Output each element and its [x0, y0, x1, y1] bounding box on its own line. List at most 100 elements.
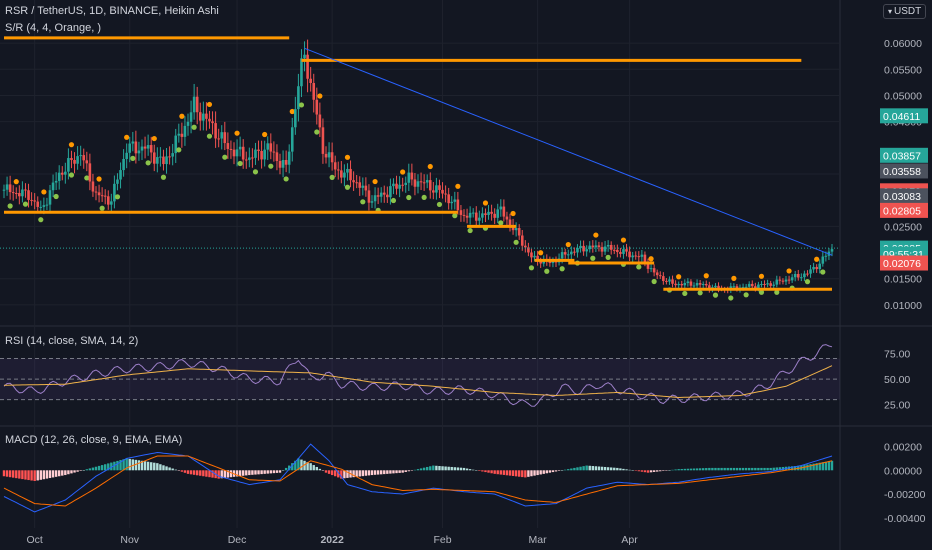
macd-histogram-bar — [560, 470, 564, 471]
resistance-dot — [372, 178, 378, 185]
resistance-dot — [510, 210, 516, 217]
macd-histogram-bar — [318, 468, 322, 471]
macd-histogram-bar — [806, 464, 809, 471]
macd-histogram-bar — [272, 470, 276, 474]
rsi-indicator-label[interactable]: RSI (14, close, SMA, 14, 2) — [5, 335, 138, 347]
macd-histogram-bar — [729, 467, 732, 471]
candle-body — [198, 112, 202, 121]
candle-body — [471, 212, 475, 214]
macd-histogram-bar — [100, 465, 104, 471]
candle-body — [303, 54, 306, 59]
macd-histogram-bar — [554, 470, 558, 472]
macd-histogram-bar — [54, 470, 58, 477]
candle-body — [146, 145, 150, 149]
macd-histogram-bar — [383, 470, 386, 475]
candle-body — [134, 141, 138, 154]
support-dot — [53, 193, 59, 200]
candle-body — [149, 145, 153, 153]
candle-body — [474, 212, 478, 221]
macd-histogram-bar — [278, 470, 282, 473]
candle-body — [609, 244, 613, 250]
macd-histogram-bar — [435, 465, 438, 471]
support-dot — [283, 176, 289, 182]
rsi-tick-label: 75.00 — [884, 348, 910, 360]
support-dot — [222, 154, 228, 160]
resistance-dot — [455, 183, 461, 189]
candle-body — [763, 284, 766, 286]
macd-histogram-bar — [128, 458, 131, 471]
candle-body — [668, 279, 671, 282]
candle-body — [588, 245, 592, 250]
candle-body — [143, 146, 147, 149]
candle-body — [830, 249, 834, 252]
currency-selector[interactable]: ▾ USDT — [883, 4, 927, 19]
macd-histogram-bar — [398, 470, 401, 473]
candle-body — [576, 248, 579, 253]
macd-histogram-bar — [456, 467, 460, 471]
price-label-text: 0.03083 — [883, 191, 921, 203]
candle-body — [137, 150, 141, 154]
macd-histogram-bar — [370, 470, 374, 476]
macd-histogram-bar — [594, 466, 598, 471]
candle-body — [800, 277, 803, 279]
macd-histogram-bar — [677, 469, 680, 471]
macd-histogram-bar — [723, 467, 726, 471]
candle-body — [530, 252, 533, 258]
macd-histogram-bar — [330, 470, 334, 476]
macd-histogram-bar — [104, 464, 107, 471]
candle-body — [784, 279, 788, 282]
candle-body — [815, 266, 818, 270]
macd-histogram-bar — [830, 460, 834, 471]
candle-body — [769, 283, 772, 286]
macd-histogram-bar — [189, 470, 193, 475]
macd-histogram-bar — [754, 467, 757, 471]
candle-body — [162, 156, 165, 165]
macd-histogram-bar — [27, 470, 30, 481]
sr-indicator-label[interactable]: S/R (4, 4, Orange, ) — [5, 22, 101, 34]
candle-body — [803, 273, 806, 278]
candle-body — [597, 245, 601, 248]
support-dot — [114, 194, 121, 200]
macd-histogram-bar — [39, 470, 42, 480]
support-dot — [712, 292, 719, 298]
support-dot — [421, 194, 427, 201]
support-dot — [804, 279, 811, 285]
candle-body — [750, 283, 754, 287]
macd-histogram-bar — [606, 467, 610, 471]
macd-indicator-label[interactable]: MACD (12, 26, close, 9, EMA, EMA) — [5, 434, 182, 446]
candle-body — [524, 245, 527, 248]
candle-body — [432, 190, 435, 193]
candle-body — [140, 146, 144, 151]
trading-chart[interactable]: Oct Nov Dec 2022 Feb Mar Apr 0.06000 0.05500 0.05… — [0, 0, 932, 550]
candle-body — [499, 206, 503, 210]
candle-body — [180, 133, 184, 137]
macd-histogram-bar — [441, 466, 444, 471]
candle-body — [450, 201, 454, 204]
macd-histogram-bar — [760, 467, 763, 471]
macd-histogram-bar — [824, 461, 828, 471]
support-dot — [590, 255, 596, 261]
macd-histogram-bar — [536, 470, 539, 476]
candle-body — [284, 160, 288, 165]
macd-histogram-bar — [502, 470, 506, 475]
candle-body — [88, 163, 92, 182]
candle-body — [269, 143, 273, 152]
support-dot — [314, 129, 320, 135]
macd-histogram-bar — [263, 470, 266, 474]
macd-histogram-bar — [88, 468, 92, 471]
support-dot — [160, 174, 167, 180]
macd-histogram-bar — [401, 470, 404, 473]
macd-histogram-bar — [576, 467, 579, 471]
candle-body — [119, 170, 122, 180]
candle-body — [665, 280, 668, 282]
macd-histogram-bar — [738, 467, 742, 471]
macd-histogram-bar — [603, 466, 607, 471]
candle-body — [340, 170, 343, 178]
macd-histogram-bar — [695, 468, 699, 471]
resistance-dot — [703, 273, 709, 279]
macd-histogram-bar — [18, 470, 21, 479]
candle-body — [490, 211, 493, 214]
candle-body — [425, 180, 429, 183]
candle-body — [692, 285, 696, 287]
candle-body — [48, 190, 52, 205]
